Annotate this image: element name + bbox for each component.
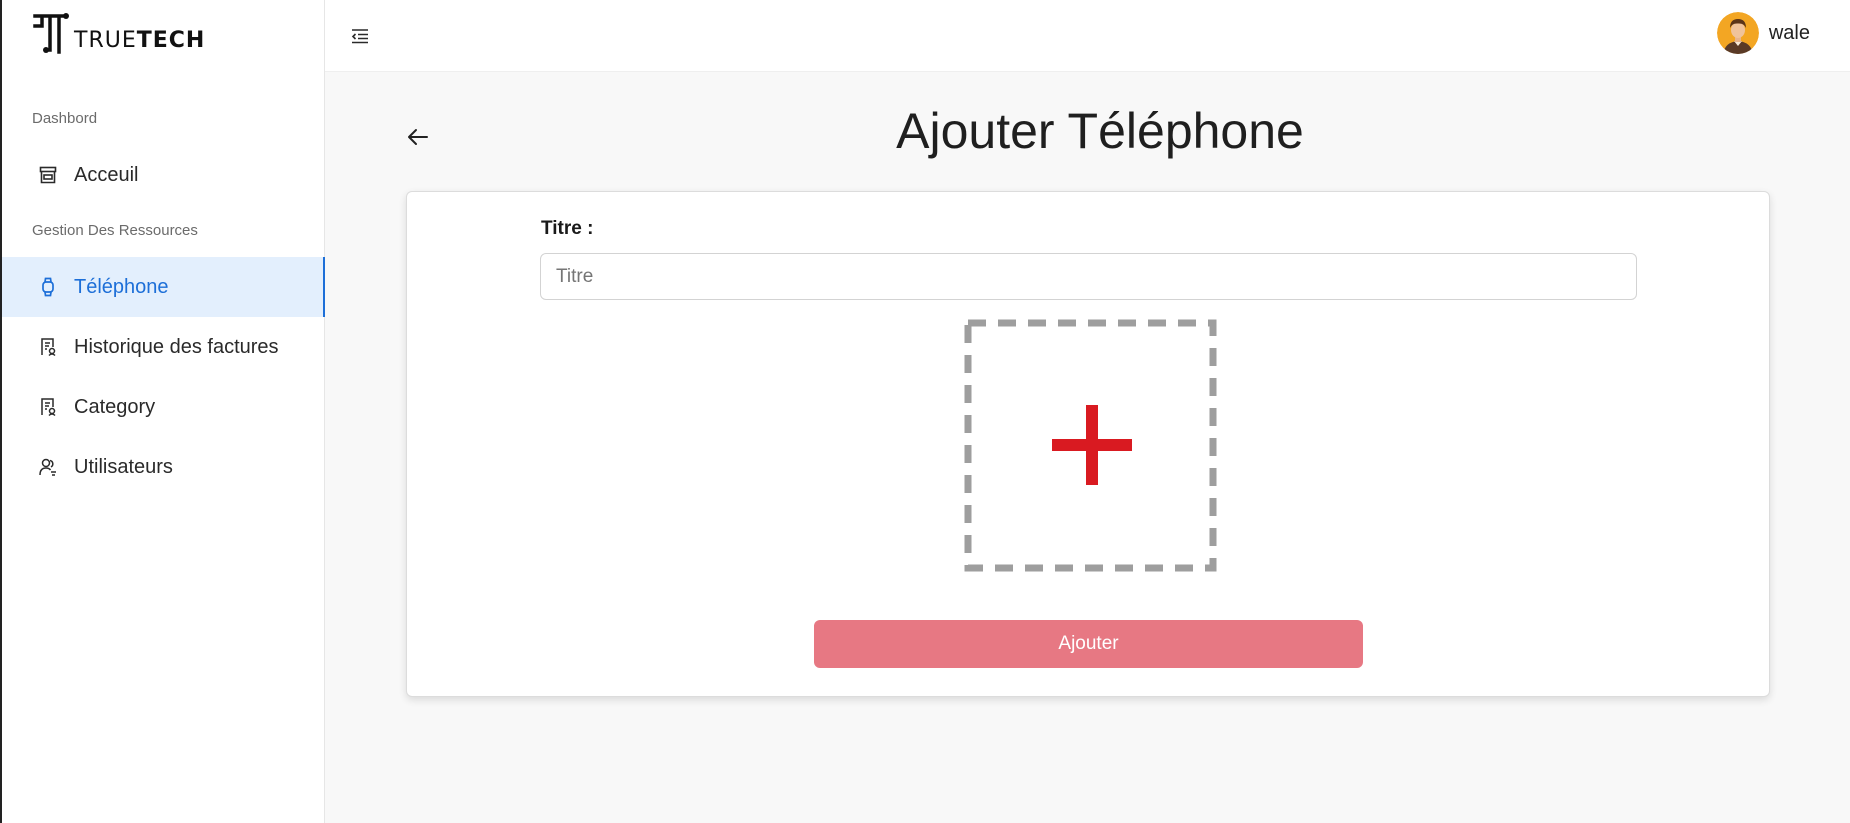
menu-collapse-icon[interactable] xyxy=(350,26,372,48)
sidebar-item-label: Utilisateurs xyxy=(74,455,173,478)
sidebar-item-utilisateurs[interactable]: Utilisateurs xyxy=(2,437,325,497)
sidebar-item-label: Category xyxy=(74,395,156,418)
section-label-gestion: Gestion Des Ressources xyxy=(32,222,198,239)
brand-name: TRUETECH xyxy=(74,28,205,53)
add-button[interactable]: Ajouter xyxy=(814,620,1363,668)
username: wale xyxy=(1768,21,1810,44)
watch-icon xyxy=(38,277,58,297)
receipt-icon xyxy=(38,397,58,417)
plus-icon xyxy=(1052,405,1132,485)
avatar xyxy=(1716,12,1759,54)
sidebar-item-historique[interactable]: Historique des factures xyxy=(2,317,325,377)
image-upload-dropzone[interactable] xyxy=(964,319,1217,572)
sidebar-item-label: Acceuil xyxy=(74,163,139,186)
title-label: Titre : xyxy=(541,218,594,239)
brand-logo[interactable]: TRUETECH xyxy=(32,12,205,54)
truetech-logo-icon xyxy=(33,13,69,54)
sidebar-item-label: Téléphone xyxy=(74,275,169,298)
title-input[interactable] xyxy=(540,253,1637,300)
users-icon xyxy=(38,457,58,477)
brand-name-light: TRUE xyxy=(74,28,137,53)
receipt-icon xyxy=(38,337,58,357)
sidebar-item-telephone[interactable]: Téléphone xyxy=(2,257,325,317)
sidebar-item-category[interactable]: Category xyxy=(2,377,325,437)
user-menu[interactable]: wale xyxy=(1716,12,1810,54)
page-title: Ajouter Téléphone xyxy=(896,103,1304,159)
store-icon xyxy=(38,165,58,185)
sidebar-item-label: Historique des factures xyxy=(74,335,279,358)
add-phone-form: Titre : Ajouter xyxy=(406,191,1770,697)
brand-name-bold: TECH xyxy=(136,28,206,53)
top-bar: wale xyxy=(325,0,1850,72)
